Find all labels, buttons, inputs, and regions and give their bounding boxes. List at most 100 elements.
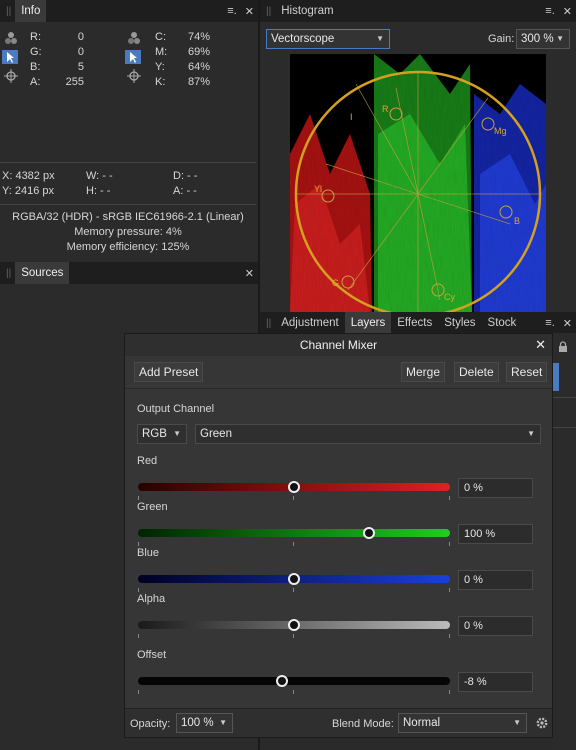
layers-panel-bar: || Adjustment Layers Effects Styles Stoc…	[260, 312, 576, 334]
close-icon[interactable]: ✕	[563, 317, 572, 330]
pointer-icon[interactable]	[2, 50, 18, 64]
panel-menu-icon[interactable]: ≡.	[227, 5, 236, 17]
scope-mode-select[interactable]: Vectorscope ▼	[266, 29, 390, 49]
chevron-down-icon: ▼	[556, 34, 564, 43]
delete-button[interactable]: Delete	[454, 362, 499, 382]
alpha-value-field[interactable]: 0 %	[458, 616, 533, 636]
chevron-down-icon: ▼	[173, 429, 181, 438]
sources-panel-bar: || Sources ✕	[0, 262, 258, 284]
close-icon[interactable]: ✕	[563, 5, 572, 18]
offset-value-field[interactable]: -8 %	[458, 672, 533, 692]
scope-label-cy: Cy	[444, 292, 455, 302]
blend-mode-select[interactable]: Normal ▼	[398, 713, 527, 733]
slider-tick	[138, 542, 139, 546]
green-slider[interactable]	[138, 529, 450, 537]
offset-slider-label: Offset	[137, 649, 167, 661]
alpha-slider-label: Alpha	[137, 593, 166, 605]
histogram-panel-bar: || Histogram ≡. ✕	[260, 0, 576, 22]
dialog-footer: Opacity: 100 % ▼ Blend Mode: Normal ▼	[125, 708, 552, 737]
selection-w: W: - -	[86, 170, 113, 182]
channels-icon[interactable]	[3, 31, 19, 45]
slider-tick	[449, 634, 450, 638]
gain-value: 300 %	[521, 33, 554, 45]
crosshair-icon[interactable]	[126, 69, 142, 83]
rgb-label: B:	[30, 61, 41, 73]
opacity-value: 100 %	[181, 717, 214, 729]
divider	[553, 397, 576, 398]
tab-histogram[interactable]: Histogram	[275, 0, 339, 22]
tab-info[interactable]: Info	[15, 0, 47, 22]
layer-selection-strip[interactable]	[553, 363, 559, 391]
panel-grip-icon[interactable]: ||	[266, 6, 271, 17]
cmyk-value: 69%	[187, 46, 210, 58]
tab-adjustment[interactable]: Adjustment	[275, 312, 345, 334]
blend-mode-value: Normal	[403, 717, 441, 729]
rgb-value: 0	[77, 46, 84, 58]
slider-tick	[293, 588, 294, 592]
lock-icon[interactable]	[557, 341, 569, 353]
tab-effects[interactable]: Effects	[391, 312, 438, 334]
slider-tick	[449, 496, 450, 500]
channel-value: Green	[200, 428, 232, 440]
divider	[0, 204, 256, 205]
red-slider-knob[interactable]	[288, 481, 300, 493]
reset-button[interactable]: Reset	[506, 362, 548, 382]
red-value-field[interactable]: 0 %	[458, 478, 533, 498]
offset-slider-knob[interactable]	[275, 675, 288, 687]
scope-label-b: B	[514, 216, 520, 226]
panel-grip-icon[interactable]: ||	[6, 268, 11, 279]
rgb-value: 0	[77, 31, 84, 43]
gain-select[interactable]: 300 % ▼	[516, 29, 570, 49]
panel-menu-icon[interactable]: ≡.	[545, 317, 554, 329]
cmyk-label: K:	[155, 76, 166, 88]
color-model-select[interactable]: RGB ▼	[137, 424, 187, 444]
memory-pressure: Memory pressure: 4%	[74, 226, 182, 238]
channels-icon[interactable]	[126, 31, 142, 45]
channel-select[interactable]: Green ▼	[195, 424, 541, 444]
blue-slider-label: Blue	[137, 547, 160, 559]
cmyk-value: 64%	[187, 61, 210, 73]
tab-stock[interactable]: Stock	[482, 312, 523, 334]
slider-tick	[449, 690, 450, 694]
divider	[553, 427, 576, 428]
close-icon[interactable]: ✕	[535, 334, 546, 356]
blue-value-field[interactable]: 0 %	[458, 570, 533, 590]
slider-tick	[293, 496, 294, 500]
slider-tick	[293, 690, 294, 694]
dialog-title: Channel Mixer	[299, 338, 378, 352]
alpha-slider-knob[interactable]	[288, 619, 300, 631]
close-icon[interactable]: ✕	[245, 267, 254, 280]
scope-label-r: R	[382, 104, 389, 114]
tab-layers[interactable]: Layers	[344, 312, 392, 334]
tab-sources[interactable]: Sources	[15, 262, 70, 284]
offset-slider[interactable]	[138, 677, 450, 685]
document-format: RGBA/32 (HDR) - sRGB IEC61966-2.1 (Linea…	[12, 211, 244, 223]
green-slider-knob[interactable]	[362, 527, 375, 539]
panel-grip-icon[interactable]: ||	[6, 6, 11, 17]
panel-menu-icon[interactable]: ≡.	[545, 5, 554, 17]
panel-grip-icon[interactable]: ||	[266, 318, 271, 329]
cmyk-label: Y:	[155, 61, 165, 73]
dialog-titlebar[interactable]: Channel Mixer ✕	[125, 334, 552, 356]
pointer-icon[interactable]	[125, 50, 141, 64]
scope-label-i: I	[350, 112, 353, 122]
rgb-label: A:	[30, 76, 41, 88]
add-preset-button[interactable]: Add Preset	[134, 362, 204, 382]
gear-icon[interactable]	[535, 716, 549, 730]
tab-styles[interactable]: Styles	[438, 312, 481, 334]
opacity-label: Opacity:	[130, 718, 171, 730]
blend-mode-label: Blend Mode:	[332, 718, 394, 730]
blue-slider-knob[interactable]	[288, 573, 300, 585]
rgb-label: G:	[30, 46, 42, 58]
close-icon[interactable]: ✕	[245, 5, 254, 18]
color-model-value: RGB	[142, 428, 167, 440]
cmyk-label: C:	[155, 31, 166, 43]
scope-label-g: G	[332, 278, 339, 288]
merge-button[interactable]: Merge	[401, 362, 446, 382]
crosshair-icon[interactable]	[3, 69, 19, 83]
vectorscope-display: R Mg Yl B G Cy I	[290, 54, 546, 312]
green-value-field[interactable]: 100 %	[458, 524, 533, 544]
layers-panel-edge	[553, 333, 576, 750]
cursor-y: Y: 2416 px	[2, 185, 54, 197]
opacity-select[interactable]: 100 % ▼	[176, 713, 233, 733]
